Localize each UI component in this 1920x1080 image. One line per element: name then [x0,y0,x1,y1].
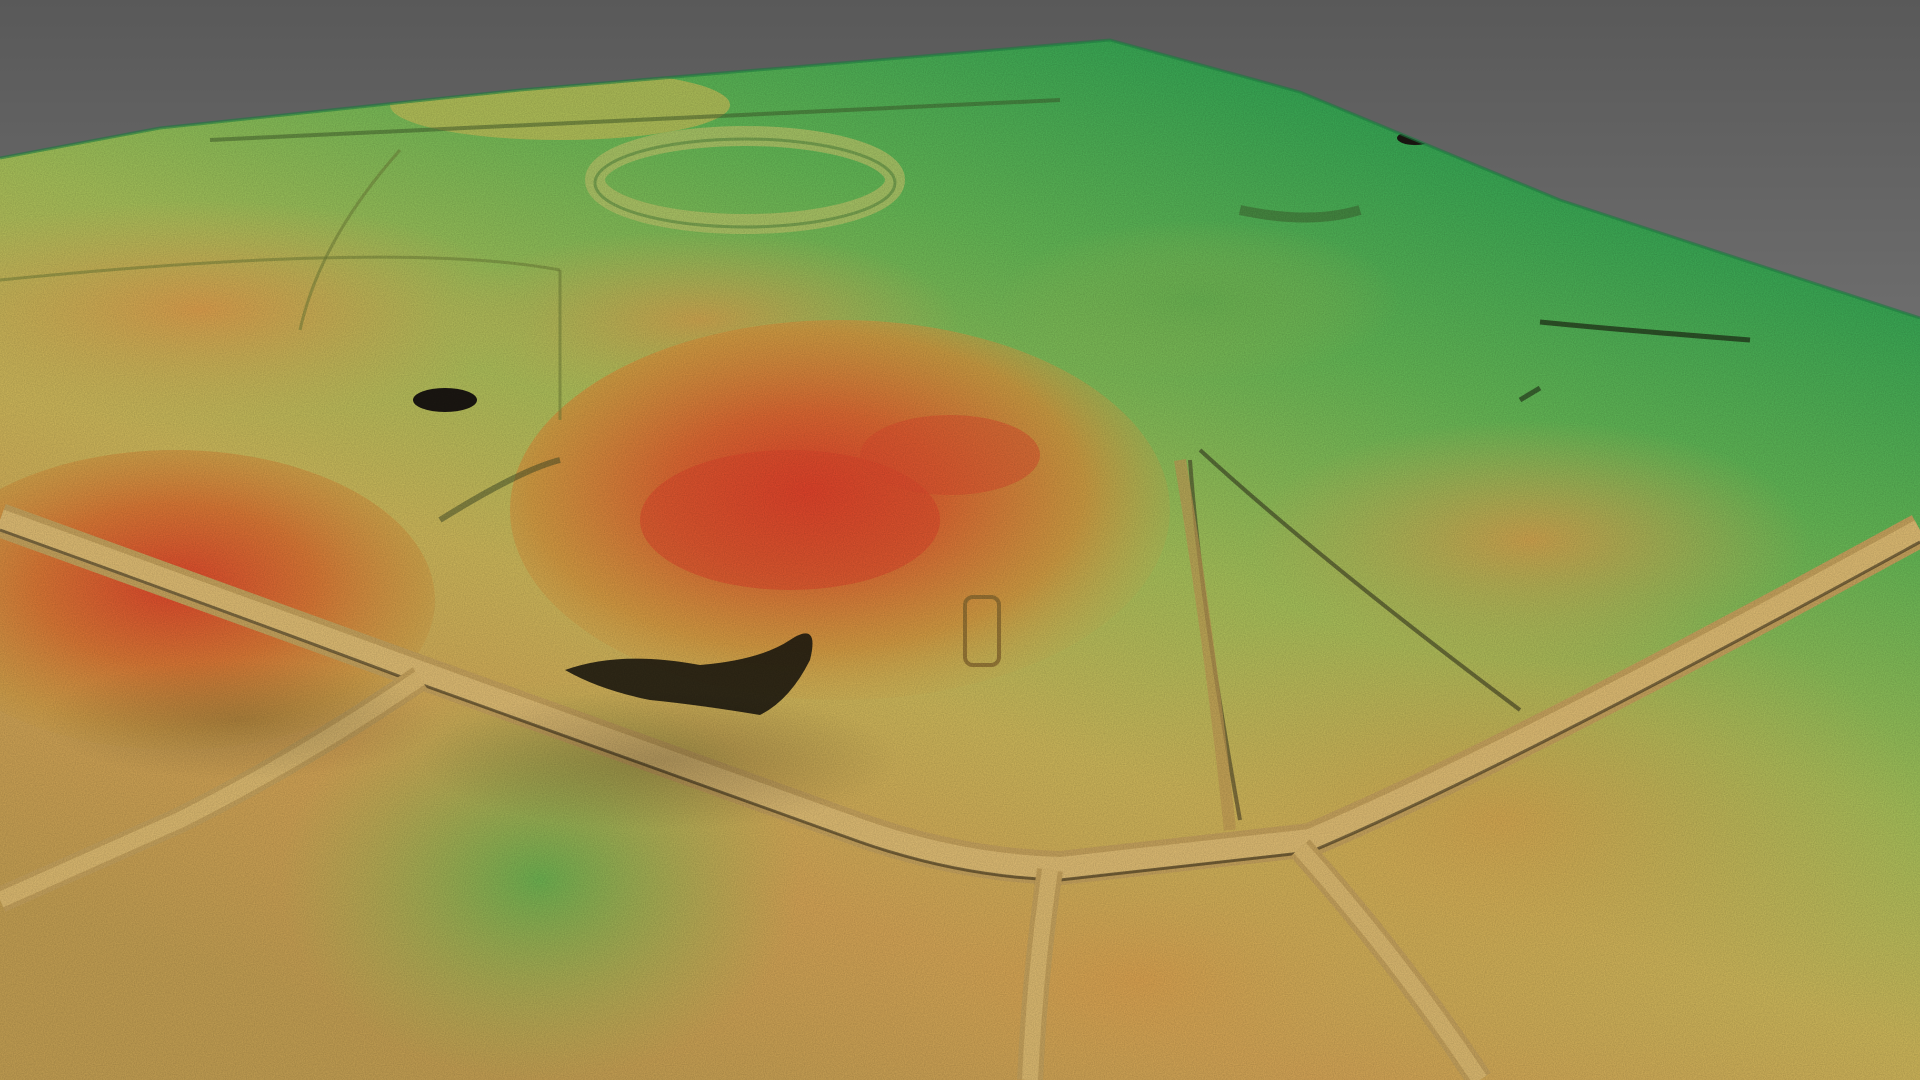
terrain-scene [0,0,1920,1080]
